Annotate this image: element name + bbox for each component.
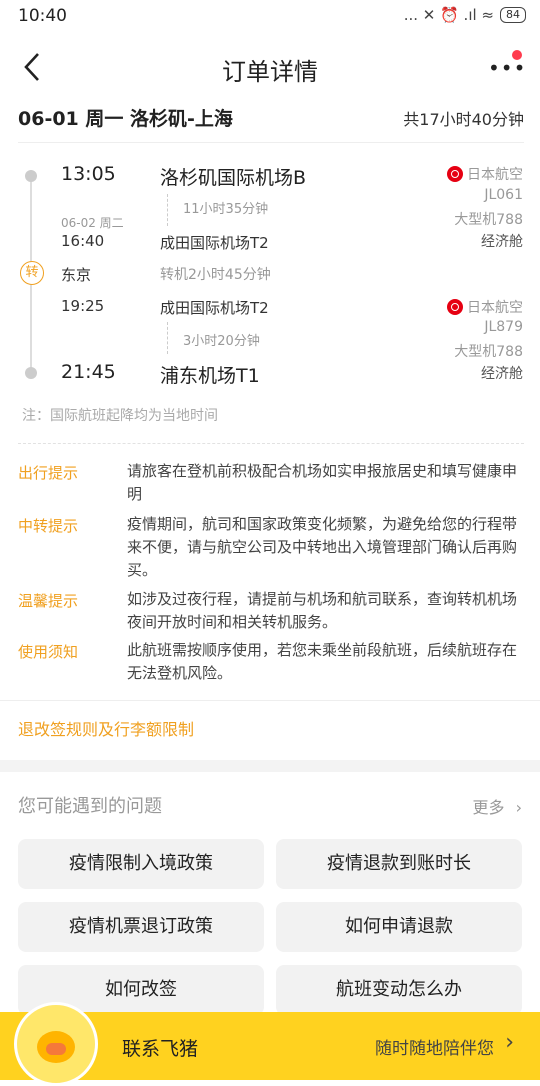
- divider: [0, 700, 540, 701]
- transfer-info: 转机2小时45分钟: [160, 267, 271, 283]
- seg2-flight-duration: 3小时20分钟: [183, 334, 260, 349]
- tip-text-transfer: 疫情期间，航司和国家政策变化频繁，为避免给您的行程带来不便，请与航空公司及中转地…: [127, 515, 518, 579]
- seg2-cabin: 经济舱: [481, 366, 523, 382]
- seg2-dep-airport: 成田国际机场T2: [160, 299, 269, 317]
- tip-text-usage: 此航班需按顺序使用，若您未乘坐前段航班，后续航班存在无法登机风险。: [127, 641, 518, 682]
- tip-label-usage: 使用须知: [18, 643, 79, 661]
- tip-label-warm: 温馨提示: [18, 592, 79, 610]
- section-gap: [0, 760, 540, 772]
- faq-title: 您可能遇到的问题: [18, 796, 162, 817]
- tip-text-travel: 请旅客在登机前积极配合机场如实申报旅居史和填写健康申明: [127, 462, 518, 503]
- more-button[interactable]: •••: [482, 50, 525, 82]
- mascot-nose: [46, 1043, 66, 1055]
- tip-label-transfer: 中转提示: [18, 517, 79, 535]
- seg1-aircraft: 大型机788: [454, 212, 523, 228]
- contact-label[interactable]: 联系飞猪: [122, 1034, 198, 1061]
- seg2-arr-airport: 浦东机场T1: [160, 365, 260, 387]
- status-bar: 10:40 ... ✕ ⏰ .ıl ≈ 84: [0, 0, 540, 34]
- divider: [18, 142, 524, 143]
- more-icon: •••: [488, 56, 527, 80]
- seg2-dashed-line: [167, 322, 168, 354]
- seg2-airline: 日本航空: [447, 297, 523, 317]
- seg2-aircraft: 大型机788: [454, 344, 523, 360]
- faq-more-label: 更多: [472, 798, 505, 817]
- status-time: 10:40: [18, 6, 67, 26]
- seg1-airline: 日本航空: [447, 164, 523, 184]
- japan-airlines-logo-icon: [447, 299, 463, 315]
- timeline-start-dot: [25, 170, 37, 182]
- chevron-right-icon[interactable]: ›: [505, 1030, 514, 1055]
- signal-icons: ... ✕ ⏰ .ıl ≈: [403, 6, 494, 24]
- fliggy-mascot-icon: [14, 1002, 98, 1086]
- seg1-arr-airport: 成田国际机场T2: [160, 234, 269, 252]
- seg1-dep-time: 13:05: [61, 163, 116, 185]
- total-duration: 共17小时40分钟: [403, 110, 524, 129]
- seg1-arr-date: 06-02 周二: [61, 216, 124, 230]
- faq-more-link[interactable]: 更多 ›: [472, 794, 522, 818]
- notification-dot: [512, 50, 522, 60]
- timeline-end-dot: [25, 367, 37, 379]
- route-title: 06-01 周一 洛杉矶-上海: [18, 108, 233, 130]
- seg1-dep-airport: 洛杉矶国际机场B: [160, 167, 307, 189]
- faq-item[interactable]: 疫情退款到账时长: [276, 839, 522, 889]
- seg1-dashed-line: [167, 194, 168, 226]
- faq-item[interactable]: 疫情机票退订政策: [18, 902, 264, 952]
- route-header: 06-01 周一 洛杉矶-上海 共17小时40分钟: [18, 100, 524, 132]
- japan-airlines-logo-icon: [447, 166, 463, 182]
- page-title: 订单详情: [222, 58, 318, 86]
- seg2-flight-no: JL879: [484, 319, 523, 335]
- seg1-cabin: 经济舱: [481, 234, 523, 250]
- tip-text-warm: 如涉及过夜行程，请提前与机场和航司联系，查询转机机场夜间开放时间和相关转机服务。: [127, 590, 518, 631]
- seg1-airline-name: 日本航空: [467, 167, 523, 183]
- dashed-divider: [18, 443, 524, 444]
- rules-link[interactable]: 退改签规则及行李额限制: [18, 716, 194, 740]
- seg1-arr-time: 16:40: [61, 232, 105, 250]
- nav-bar: 订单详情 •••: [0, 36, 540, 98]
- chevron-right-icon: ›: [515, 798, 522, 817]
- time-note: 注：国际航班起降均为当地时间: [22, 408, 218, 424]
- tip-label-travel: 出行提示: [18, 464, 79, 482]
- faq-item[interactable]: 疫情限制入境政策: [18, 839, 264, 889]
- status-icons: ... ✕ ⏰ .ıl ≈ 84: [404, 6, 526, 24]
- battery-icon: 84: [500, 7, 526, 23]
- faq-item[interactable]: 航班变动怎么办: [276, 965, 522, 1015]
- seg1-flight-no: JL061: [484, 187, 523, 203]
- seg2-airline-name: 日本航空: [467, 300, 523, 316]
- seg1-flight-duration: 11小时35分钟: [183, 202, 269, 217]
- transfer-badge: 转: [20, 261, 44, 285]
- faq-item[interactable]: 如何申请退款: [276, 902, 522, 952]
- seg2-dep-time: 19:25: [61, 297, 105, 315]
- seg2-arr-time: 21:45: [61, 361, 116, 383]
- slogan: 随时随地陪伴您: [375, 1039, 494, 1059]
- transfer-city: 东京: [61, 266, 92, 284]
